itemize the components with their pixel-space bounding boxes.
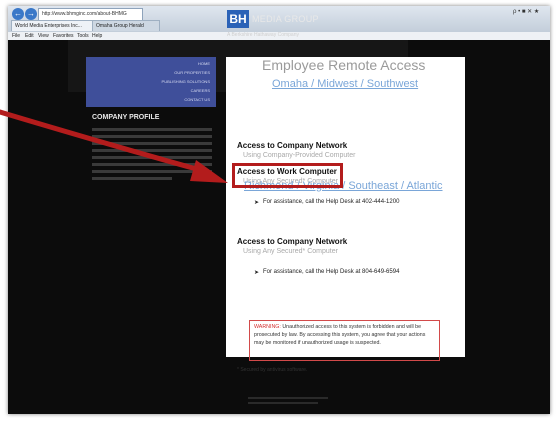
access-company-network-link[interactable]: Access to Company Network <box>237 141 347 150</box>
screenshot: ← → http://www.bhmginc.com/about-BHMG ρ … <box>0 0 558 423</box>
access-subtitle: Using Company-Provided Computer <box>243 152 356 159</box>
region-link-omaha[interactable]: Omaha / Midwest / Southwest <box>272 78 418 90</box>
nav-contact-us[interactable]: CONTACT US <box>184 97 210 102</box>
warning-label: WARNING: <box>254 324 281 330</box>
footer-text-line <box>248 402 318 404</box>
back-icon[interactable]: ← <box>12 8 24 20</box>
nav-our-properties[interactable]: OUR PROPERTIES <box>174 70 210 75</box>
bh-logo-mark[interactable]: BH <box>227 10 249 28</box>
company-profile-heading: COMPANY PROFILE <box>92 114 160 121</box>
help-desk-text: For assistance, call the Help Desk at 80… <box>263 269 400 275</box>
tab-omaha-group[interactable]: Omaha Group Herald <box>92 20 160 31</box>
access-company-network-link[interactable]: Access to Company Network <box>237 237 347 246</box>
profile-text-line <box>92 142 212 145</box>
bullet-arrow-icon: ➤ <box>254 270 260 276</box>
profile-text-line <box>92 177 172 180</box>
sidebar-nav: HOME OUR PROPERTIES PUBLISHING SOLUTIONS… <box>86 57 216 107</box>
nav-publishing-solutions[interactable]: PUBLISHING SOLUTIONS <box>162 79 210 84</box>
remote-access-panel <box>226 57 465 357</box>
profile-text-line <box>92 163 212 166</box>
nav-careers[interactable]: CAREERS <box>191 88 210 93</box>
nav-home[interactable]: HOME <box>198 61 210 66</box>
tab-world-media[interactable]: World Media Enterprises Inc... <box>11 20 97 31</box>
profile-text-line <box>92 128 212 131</box>
page-title: Employee Remote Access <box>262 57 426 73</box>
logo-text: MEDIA GROUP <box>252 14 319 24</box>
footer-text-line <box>248 397 328 399</box>
toolbar-icons[interactable]: ρ • ■ ✕ ★ <box>513 8 539 15</box>
profile-text-line <box>92 149 212 152</box>
menu-tools[interactable]: Tools <box>77 32 89 40</box>
menu-file[interactable]: File <box>12 32 20 40</box>
profile-text-line <box>92 156 212 159</box>
profile-text-line <box>92 170 212 173</box>
help-desk-text: For assistance, call the Help Desk at 40… <box>263 199 400 205</box>
access-subtitle: Using Any Secured* Computer <box>243 248 338 255</box>
profile-text-line <box>92 135 212 138</box>
menu-favorites[interactable]: Favorites <box>53 32 74 40</box>
menu-help[interactable]: Help <box>92 32 102 40</box>
logo-subtitle: A Berkshire Hathaway Company <box>227 32 299 38</box>
bullet-arrow-icon: ➤ <box>254 200 260 206</box>
secured-note: * Secured by antivirus software. <box>237 367 308 373</box>
highlight-box <box>232 163 343 188</box>
menu-view[interactable]: View <box>38 32 49 40</box>
forward-icon[interactable]: → <box>25 8 37 20</box>
warning-box: WARNING: Unauthorized access to this sys… <box>249 320 440 361</box>
menu-edit[interactable]: Edit <box>25 32 34 40</box>
